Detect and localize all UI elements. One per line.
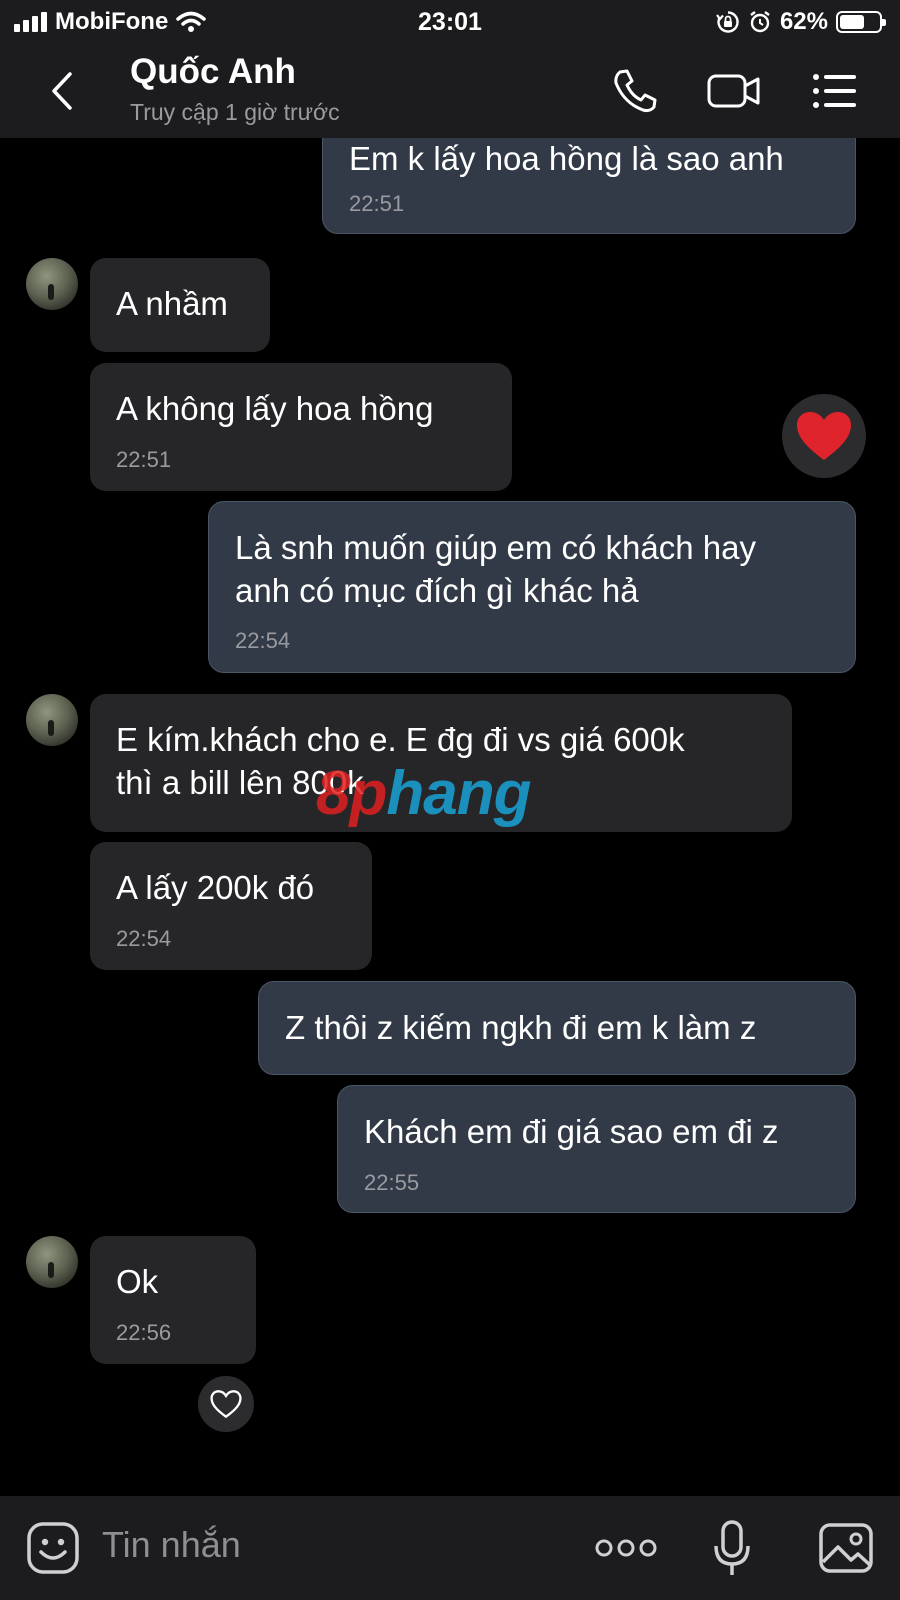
message-time: 22:54: [235, 628, 291, 653]
message-text: Là snh muốn giúp em có khách hay anh có …: [235, 529, 756, 609]
message-bubble-incoming[interactable]: A nhầm: [90, 258, 270, 352]
video-camera-icon[interactable]: [706, 66, 762, 116]
message-text: Em k lấy hoa hồng là sao anh: [349, 140, 784, 177]
message-bubble-incoming[interactable]: Ok 22:56: [90, 1236, 256, 1364]
emoji-icon[interactable]: [26, 1521, 80, 1575]
contact-name[interactable]: Quốc Anh: [130, 52, 296, 92]
message-bubble-outgoing[interactable]: Z thôi z kiếm ngkh đi em k làm z: [258, 981, 856, 1075]
image-icon[interactable]: [818, 1522, 874, 1574]
message-time: 22:55: [364, 1170, 420, 1195]
message-bubble-outgoing[interactable]: Em k lấy hoa hồng là sao anh 22:51: [322, 138, 856, 234]
heart-icon: [797, 412, 851, 460]
message-text: A lấy 200k đó: [116, 869, 315, 906]
message-text: Ok: [116, 1263, 159, 1300]
message-time: 22:54: [116, 926, 172, 951]
watermark-part-1: 8p: [316, 759, 387, 828]
more-dots-icon[interactable]: [594, 1532, 658, 1564]
back-chevron-icon[interactable]: [40, 68, 86, 114]
message-bubble-incoming[interactable]: A không lấy hoa hồng 22:51: [90, 363, 512, 491]
battery-fill: [840, 15, 864, 29]
watermark-logo: 8phang: [316, 758, 531, 829]
message-composer: Tin nhắn: [0, 1496, 900, 1600]
microphone-icon[interactable]: [712, 1520, 752, 1578]
message-list[interactable]: Em k lấy hoa hồng là sao anh 22:51 A nhầ…: [0, 138, 900, 1496]
add-reaction-button[interactable]: [196, 1374, 256, 1434]
message-time: 22:51: [349, 191, 405, 216]
avatar[interactable]: [26, 694, 78, 746]
chat-header: Quốc Anh Truy cập 1 giờ trước: [0, 44, 900, 138]
message-text: A không lấy hoa hồng: [116, 390, 434, 427]
message-input[interactable]: Tin nhắn: [102, 1524, 241, 1566]
avatar[interactable]: [26, 258, 78, 310]
battery-icon: [836, 11, 886, 33]
message-time: 22:56: [116, 1320, 172, 1345]
avatar[interactable]: [26, 1236, 78, 1288]
battery-percent: 62%: [779, 8, 828, 35]
message-time: 22:51: [116, 447, 172, 472]
message-text: A nhầm: [116, 285, 228, 322]
alarm-icon: [750, 11, 770, 33]
message-bubble-outgoing[interactable]: Là snh muốn giúp em có khách hay anh có …: [208, 501, 856, 673]
heart-reaction[interactable]: [782, 394, 866, 478]
message-text: Khách em đi giá sao em đi z: [364, 1113, 779, 1150]
message-bubble-outgoing[interactable]: Khách em đi giá sao em đi z 22:55: [337, 1085, 856, 1213]
orientation-lock-icon: [716, 11, 739, 33]
status-right: 62%: [716, 8, 886, 36]
message-text: Z thôi z kiếm ngkh đi em k làm z: [285, 1009, 757, 1046]
watermark-part-2: hang: [386, 759, 531, 828]
status-bar: MobiFone 23:01 62%: [0, 0, 900, 44]
message-bubble-incoming[interactable]: A lấy 200k đó 22:54: [90, 842, 372, 970]
heart-outline-icon: [210, 1390, 242, 1419]
menu-icon[interactable]: [810, 66, 860, 116]
contact-status: Truy cập 1 giờ trước: [130, 99, 340, 125]
phone-icon[interactable]: [610, 66, 660, 116]
